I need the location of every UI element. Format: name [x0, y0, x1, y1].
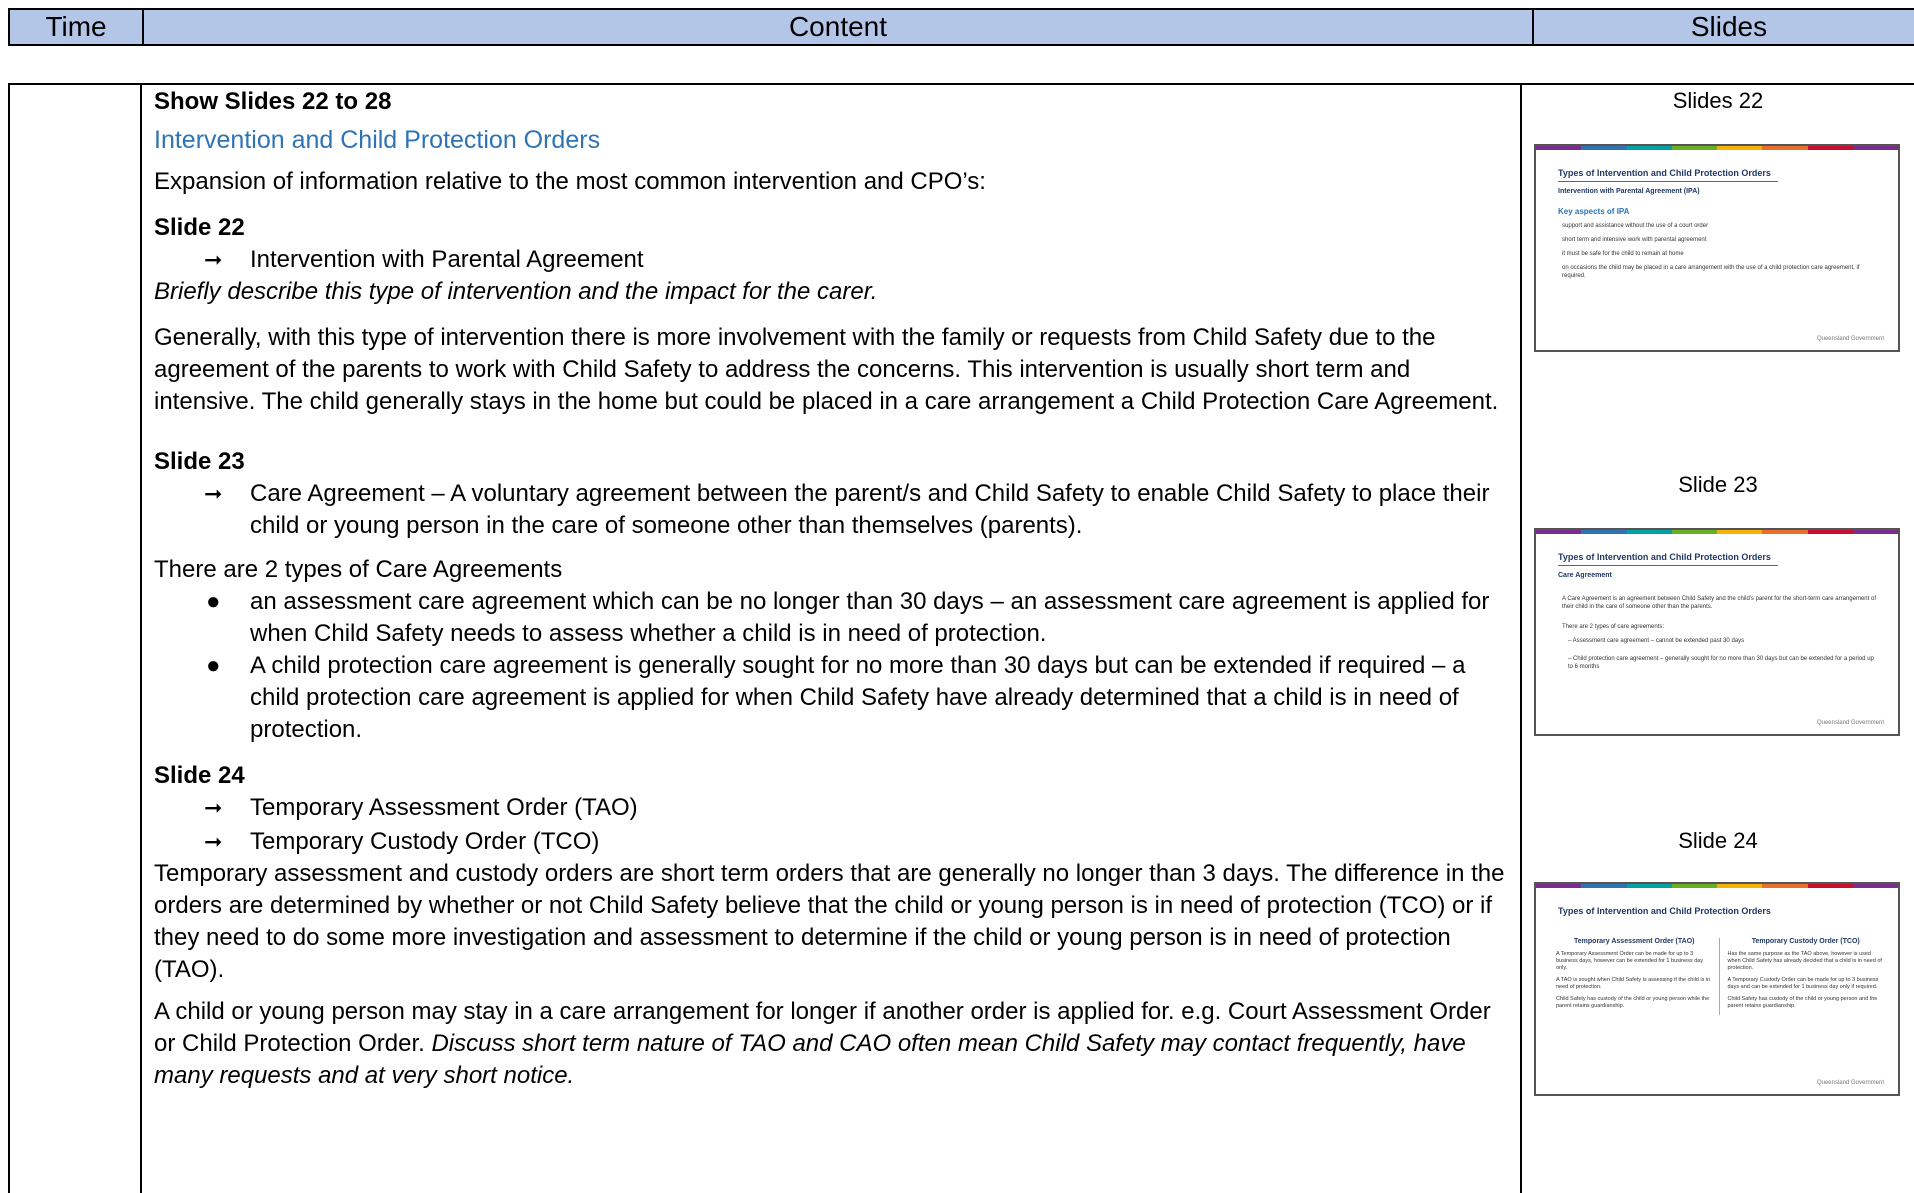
queensland-government-logo: Queensland Government — [1816, 720, 1884, 726]
thumb-rule — [1558, 181, 1778, 182]
table-header: Time Content Slides — [8, 8, 1914, 46]
slide22-instruction: Briefly describe this type of interventi… — [154, 278, 878, 305]
header-time: Time — [45, 11, 107, 42]
arrow-right-icon: ➞ — [204, 829, 223, 854]
arrow-right-icon: ➞ — [204, 481, 223, 506]
slide24-arrow-item: ➞ Temporary Custody Order (TCO) — [154, 826, 1510, 858]
thumb-column-line: A TAO is sought when Child Safety is ass… — [1556, 977, 1711, 990]
thumb-line: A Care Agreement is an agreement between… — [1562, 596, 1876, 610]
slide23-heading: Slide 23 — [154, 448, 245, 475]
slide22-arrow-text: Intervention with Parental Agreement — [250, 246, 644, 273]
slide23-bullet-text: A child protection care agreement is gen… — [250, 652, 1466, 743]
color-stripe — [1536, 884, 1898, 888]
thumb-title: Types of Intervention and Child Protecti… — [1558, 552, 1771, 562]
slide22-arrow-item: ➞ Intervention with Parental Agreement — [154, 244, 1510, 276]
color-stripe — [1536, 146, 1898, 150]
thumb-line: support and assistance without the use o… — [1562, 223, 1709, 229]
thumb-line: on occasions the child may be placed in … — [1562, 265, 1860, 279]
slide24-thumbnail: Types of Intervention and Child Protecti… — [1534, 882, 1900, 1096]
thumb-column-line: A Temporary Assessment Order can be made… — [1556, 951, 1704, 971]
thumb-rule — [1558, 565, 1778, 566]
thumb-title: Types of Intervention and Child Protecti… — [1558, 168, 1771, 178]
thumb-column-line: Child Safety has custody of the child or… — [1727, 996, 1878, 1009]
thumb-line: There are 2 types of care agreements: — [1562, 624, 1665, 630]
thumb-column-line: Has the same purpose as the TAO above, h… — [1727, 951, 1882, 971]
slide22-label: Slides 22 — [1672, 88, 1764, 113]
thumb-line: short term and intensive work with paren… — [1562, 237, 1707, 243]
queensland-government-logo: Queensland Government — [1816, 336, 1884, 342]
slide24-paragraph-2: A child or young person may stay in a ca… — [154, 996, 1510, 1092]
slide23-bullet-text: an assessment care agreement which can b… — [250, 588, 1490, 647]
thumb-subtitle: Intervention with Parental Agreement (IP… — [1558, 188, 1700, 195]
arrow-right-icon: ➞ — [204, 795, 223, 820]
header-slides: Slides — [1690, 11, 1768, 42]
slide23-label: Slide 23 — [1678, 472, 1758, 497]
slide23-bullet: ● an assessment care agreement which can… — [154, 586, 1510, 650]
content-cell: Show Slides 22 to 28 Intervention and Ch… — [154, 86, 1510, 1092]
thumb-column-heading: Temporary Custody Order (TCO) — [1751, 938, 1860, 945]
thumb-line: – Child protection care agreement – gene… — [1568, 656, 1874, 670]
slide24-label: Slide 24 — [1678, 828, 1758, 853]
queensland-government-logo: Queensland Government — [1816, 1080, 1884, 1086]
bullet-icon: ● — [206, 588, 221, 615]
bullet-icon: ● — [206, 652, 221, 679]
thumb-column-line: A Temporary Custody Order can be made fo… — [1727, 977, 1879, 990]
slide23-arrow-item: ➞ Care Agreement – A voluntary agreement… — [154, 478, 1510, 542]
table-top-border — [8, 83, 1914, 85]
slide22-thumbnail: Types of Intervention and Child Protecti… — [1534, 144, 1900, 352]
thumb-column-line: Child Safety has custody of the child or… — [1556, 996, 1710, 1009]
thumb-subtitle: Care Agreement — [1558, 572, 1612, 579]
show-slides-instruction: Show Slides 22 to 28 — [154, 88, 392, 115]
thumb-column-tco: Temporary Custody Order (TCO) Has the sa… — [1718, 938, 1885, 1015]
arrow-right-icon: ➞ — [204, 247, 223, 272]
slide23-arrow-text: Care Agreement – A voluntary agreement b… — [250, 480, 1490, 539]
thumb-key-heading: Key aspects of IPA — [1558, 207, 1630, 216]
slide24-arrow-text: Temporary Custody Order (TCO) — [250, 828, 600, 855]
section-title: Intervention and Child Protection Orders — [154, 126, 601, 154]
slide23-types-intro: There are 2 types of Care Agreements — [154, 556, 563, 583]
slide23-bullet: ● A child protection care agreement is g… — [154, 650, 1510, 746]
slide23-thumbnail: Types of Intervention and Child Protecti… — [1534, 528, 1900, 736]
slide24-paragraph: Temporary assessment and custody orders … — [154, 860, 1505, 983]
slides-column-border — [1520, 83, 1522, 1193]
thumb-column-heading: Temporary Assessment Order (TAO) — [1574, 938, 1695, 945]
thumb-column-tao: Temporary Assessment Order (TAO) A Tempo… — [1556, 938, 1713, 1015]
time-column-border — [140, 83, 142, 1193]
header-content: Content — [788, 11, 888, 42]
thumb-columns: Temporary Assessment Order (TAO) A Tempo… — [1556, 938, 1884, 1015]
intro-text: Expansion of information relative to the… — [154, 168, 986, 195]
slide24-heading: Slide 24 — [154, 762, 245, 789]
slide24-arrow-text: Temporary Assessment Order (TAO) — [250, 794, 638, 821]
thumb-line: it must be safe for the child to remain … — [1562, 251, 1684, 257]
thumb-line: – Assessment care agreement – cannot be … — [1568, 638, 1745, 644]
slide22-heading: Slide 22 — [154, 214, 245, 241]
color-stripe — [1536, 530, 1898, 534]
table-left-border — [8, 83, 10, 1193]
slide24-arrow-item: ➞ Temporary Assessment Order (TAO) — [154, 792, 1510, 824]
thumb-title: Types of Intervention and Child Protecti… — [1558, 906, 1771, 916]
slide22-paragraph: Generally, with this type of interventio… — [154, 324, 1499, 415]
